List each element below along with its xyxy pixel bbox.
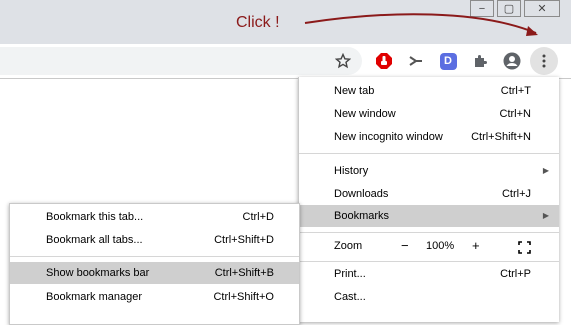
bookmarks-submenu: Bookmark this tab... Ctrl+D Bookmark all…: [9, 203, 300, 325]
submenu-item-bookmark-manager[interactable]: Bookmark manager Ctrl+Shift+O: [10, 286, 299, 308]
zoom-in-button[interactable]: +: [472, 235, 480, 257]
submenu-item-label: Bookmark this tab...: [46, 211, 144, 223]
menu-item-shortcut: Ctrl+N: [499, 108, 531, 120]
extension-share-icon[interactable]: [406, 51, 426, 71]
menu-item-new-incognito-window[interactable]: New incognito window Ctrl+Shift+N: [299, 126, 559, 148]
menu-item-label: New tab: [334, 85, 375, 97]
submenu-item-label: Bookmark manager: [46, 291, 142, 303]
menu-item-new-window[interactable]: New window Ctrl+N: [299, 103, 559, 125]
submenu-item-bookmark-this-tab[interactable]: Bookmark this tab... Ctrl+D: [10, 206, 299, 228]
menu-item-label: Cast...: [334, 291, 366, 303]
profile-avatar-icon[interactable]: [502, 51, 522, 71]
menu-item-label: Downloads: [334, 188, 389, 200]
menu-item-print[interactable]: Print... Ctrl+P: [299, 263, 559, 285]
zoom-label: Zoom: [334, 240, 363, 252]
menu-item-bookmarks[interactable]: Bookmarks ▶: [299, 205, 559, 227]
d-extension-icon[interactable]: D: [438, 51, 458, 71]
menu-item-label: New window: [334, 108, 396, 120]
menu-item-shortcut: Ctrl+T: [500, 85, 531, 97]
menu-item-label: New incognito window: [334, 131, 443, 143]
menu-separator: [299, 261, 559, 262]
d-extension-letter: D: [439, 52, 457, 70]
zoom-row: Zoom − 100% +: [299, 235, 559, 257]
zoom-value: 100%: [426, 240, 455, 252]
menu-item-label: Print...: [334, 268, 366, 280]
menu-item-cast[interactable]: Cast...: [299, 286, 559, 308]
chevron-right-icon: ▶: [542, 166, 549, 175]
menu-item-shortcut: Ctrl+P: [500, 268, 531, 280]
submenu-item-label: Show bookmarks bar: [46, 267, 150, 279]
menu-item-shortcut: Ctrl+J: [501, 188, 531, 200]
menu-item-new-tab[interactable]: New tab Ctrl+T: [299, 80, 559, 102]
zoom-out-button[interactable]: −: [401, 235, 409, 257]
menu-separator: [299, 153, 559, 154]
submenu-item-show-bookmarks-bar[interactable]: Show bookmarks bar Ctrl+Shift+B: [10, 262, 299, 284]
submenu-item-shortcut: Ctrl+Shift+O: [213, 291, 274, 303]
menu-item-label: Bookmarks: [334, 210, 390, 222]
toolbar: D: [0, 44, 571, 79]
menu-item-label: History: [334, 165, 369, 177]
menu-item-history[interactable]: History ▶: [299, 160, 559, 182]
star-icon[interactable]: [333, 51, 353, 71]
kebab-menu-icon[interactable]: [530, 47, 558, 75]
submenu-item-shortcut: Ctrl+D: [242, 211, 274, 223]
submenu-item-label: Bookmark all tabs...: [46, 234, 143, 246]
menu-separator: [299, 232, 559, 233]
submenu-separator: [10, 256, 299, 257]
address-bar[interactable]: [0, 47, 362, 75]
chrome-main-menu: New tab Ctrl+T New window Ctrl+N New inc…: [298, 77, 559, 322]
chevron-right-icon: ▶: [542, 211, 549, 220]
fullscreen-icon[interactable]: [518, 240, 531, 262]
adblock-icon[interactable]: [374, 51, 394, 71]
submenu-item-bookmark-all-tabs[interactable]: Bookmark all tabs... Ctrl+Shift+D: [10, 229, 299, 251]
menu-item-shortcut: Ctrl+Shift+N: [471, 131, 531, 143]
submenu-item-shortcut: Ctrl+Shift+B: [214, 267, 274, 279]
puzzle-extensions-icon[interactable]: [470, 51, 490, 71]
menu-item-downloads[interactable]: Downloads Ctrl+J: [299, 183, 559, 205]
submenu-item-shortcut: Ctrl+Shift+D: [214, 234, 274, 246]
